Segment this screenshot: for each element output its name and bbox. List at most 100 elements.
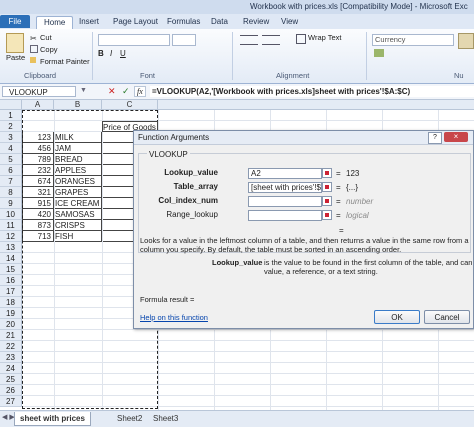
- row-header[interactable]: 6: [0, 165, 22, 176]
- number-format-dropdown[interactable]: Currency: [372, 34, 454, 46]
- ok-button[interactable]: OK: [374, 310, 420, 324]
- cell-item[interactable]: BREAD: [54, 154, 102, 165]
- cell-item[interactable]: ICE CREAM: [54, 198, 102, 209]
- font-name-box[interactable]: [98, 34, 170, 46]
- cell-code[interactable]: 713: [22, 231, 54, 242]
- row-header[interactable]: 20: [0, 319, 22, 330]
- conditional-format-icon[interactable]: [458, 33, 474, 49]
- insert-function-button[interactable]: fx: [134, 86, 146, 97]
- row-header[interactable]: 16: [0, 275, 22, 286]
- help-on-function-link[interactable]: Help on this function: [140, 313, 208, 322]
- tab-insert[interactable]: Insert: [72, 16, 106, 29]
- cell-item[interactable]: MILK: [54, 132, 102, 143]
- name-box-dropdown-icon[interactable]: ▼: [80, 87, 87, 94]
- font-size-box[interactable]: [172, 34, 196, 46]
- cut-button[interactable]: Cut: [40, 33, 52, 42]
- paste-icon[interactable]: [6, 33, 24, 53]
- tab-view[interactable]: View: [274, 16, 305, 29]
- row-header[interactable]: 21: [0, 330, 22, 341]
- arg-equals: =: [336, 183, 341, 192]
- paste-button[interactable]: Paste: [6, 53, 25, 62]
- tab-file[interactable]: File: [0, 15, 30, 28]
- cancel-entry-icon[interactable]: ✕: [108, 86, 116, 97]
- cell-code[interactable]: 789: [22, 154, 54, 165]
- collapse-dialog-icon[interactable]: [322, 196, 332, 206]
- row-header[interactable]: 25: [0, 374, 22, 385]
- lookup-value-input[interactable]: A2: [248, 168, 322, 179]
- sheet-tab-sheet3[interactable]: Sheet3: [148, 412, 183, 425]
- cell-item[interactable]: GRAPES: [54, 187, 102, 198]
- bold-icon[interactable]: B: [98, 49, 104, 58]
- select-all-corner[interactable]: [0, 100, 22, 110]
- row-header[interactable]: 23: [0, 352, 22, 363]
- italic-icon[interactable]: I: [110, 49, 112, 58]
- row-header[interactable]: 12: [0, 231, 22, 242]
- tab-data[interactable]: Data: [204, 16, 235, 29]
- row-header[interactable]: 24: [0, 363, 22, 374]
- collapse-dialog-icon[interactable]: [322, 182, 332, 192]
- range-lookup-input[interactable]: [248, 210, 322, 221]
- row-header[interactable]: 1: [0, 110, 22, 121]
- help-icon[interactable]: ?: [428, 132, 442, 144]
- tab-formulas[interactable]: Formulas: [160, 16, 207, 29]
- row-header[interactable]: 7: [0, 176, 22, 187]
- name-box[interactable]: VLOOKUP: [2, 86, 76, 97]
- wrap-text-button[interactable]: Wrap Text: [308, 33, 342, 42]
- cell-code[interactable]: 123: [22, 132, 54, 143]
- sheet-tab-sheet2[interactable]: Sheet2: [112, 412, 147, 425]
- row-header[interactable]: 26: [0, 385, 22, 396]
- table-array-input[interactable]: [sheet with prices'!$A:$C: [248, 182, 322, 193]
- format-painter-button[interactable]: Format Painter: [40, 57, 90, 66]
- row-header[interactable]: 15: [0, 264, 22, 275]
- row-header[interactable]: 8: [0, 187, 22, 198]
- row-header[interactable]: 2: [0, 121, 22, 132]
- cell-code[interactable]: 321: [22, 187, 54, 198]
- formula-input[interactable]: =VLOOKUP(A2,'[Workbook with prices.xls]s…: [150, 86, 474, 97]
- cell-item[interactable]: CRISPS: [54, 220, 102, 231]
- row-header[interactable]: 27: [0, 396, 22, 407]
- cell-item[interactable]: JAM: [54, 143, 102, 154]
- cell-item[interactable]: FISH: [54, 231, 102, 242]
- cell-code[interactable]: 915: [22, 198, 54, 209]
- cell-code[interactable]: 420: [22, 209, 54, 220]
- sheet-tab-sheet-with-prices[interactable]: sheet with prices: [14, 412, 91, 426]
- row-header[interactable]: 13: [0, 242, 22, 253]
- cancel-button[interactable]: Cancel: [424, 310, 470, 324]
- collapse-dialog-icon[interactable]: [322, 210, 332, 220]
- arg-label-lookup-value: Lookup_value: [164, 168, 218, 177]
- tab-review[interactable]: Review: [236, 16, 276, 29]
- row-header[interactable]: 22: [0, 341, 22, 352]
- row-header[interactable]: 3: [0, 132, 22, 143]
- row-header[interactable]: 4: [0, 143, 22, 154]
- column-header-c[interactable]: C: [102, 100, 158, 110]
- column-header-b[interactable]: B: [54, 100, 102, 110]
- cell-code[interactable]: 674: [22, 176, 54, 187]
- column-header-a[interactable]: A: [22, 100, 54, 110]
- sheet-nav-icons[interactable]: ◀ ▶: [2, 413, 15, 421]
- copy-button[interactable]: Copy: [40, 45, 58, 54]
- align-middle-icon[interactable]: [262, 35, 280, 45]
- row-header[interactable]: 11: [0, 220, 22, 231]
- cell-code[interactable]: 232: [22, 165, 54, 176]
- cell-item[interactable]: ORANGES: [54, 176, 102, 187]
- row-header[interactable]: 5: [0, 154, 22, 165]
- enter-icon[interactable]: ✓: [122, 86, 130, 97]
- tab-page-layout[interactable]: Page Layout: [106, 16, 165, 29]
- cell-item[interactable]: APPLES: [54, 165, 102, 176]
- cell-code[interactable]: 873: [22, 220, 54, 231]
- close-icon[interactable]: ×: [444, 132, 468, 142]
- row-header[interactable]: 19: [0, 308, 22, 319]
- row-header[interactable]: 10: [0, 209, 22, 220]
- row-header[interactable]: 18: [0, 297, 22, 308]
- col-index-num-input[interactable]: [248, 196, 322, 207]
- collapse-dialog-icon[interactable]: [322, 168, 332, 178]
- currency-icon[interactable]: [374, 49, 384, 57]
- cell-item[interactable]: SAMOSAS: [54, 209, 102, 220]
- row-header[interactable]: 17: [0, 286, 22, 297]
- row-header[interactable]: 14: [0, 253, 22, 264]
- underline-icon[interactable]: U: [120, 49, 126, 58]
- cell-code[interactable]: 456: [22, 143, 54, 154]
- tab-home[interactable]: Home: [36, 16, 74, 30]
- row-header[interactable]: 9: [0, 198, 22, 209]
- align-top-icon[interactable]: [240, 35, 258, 45]
